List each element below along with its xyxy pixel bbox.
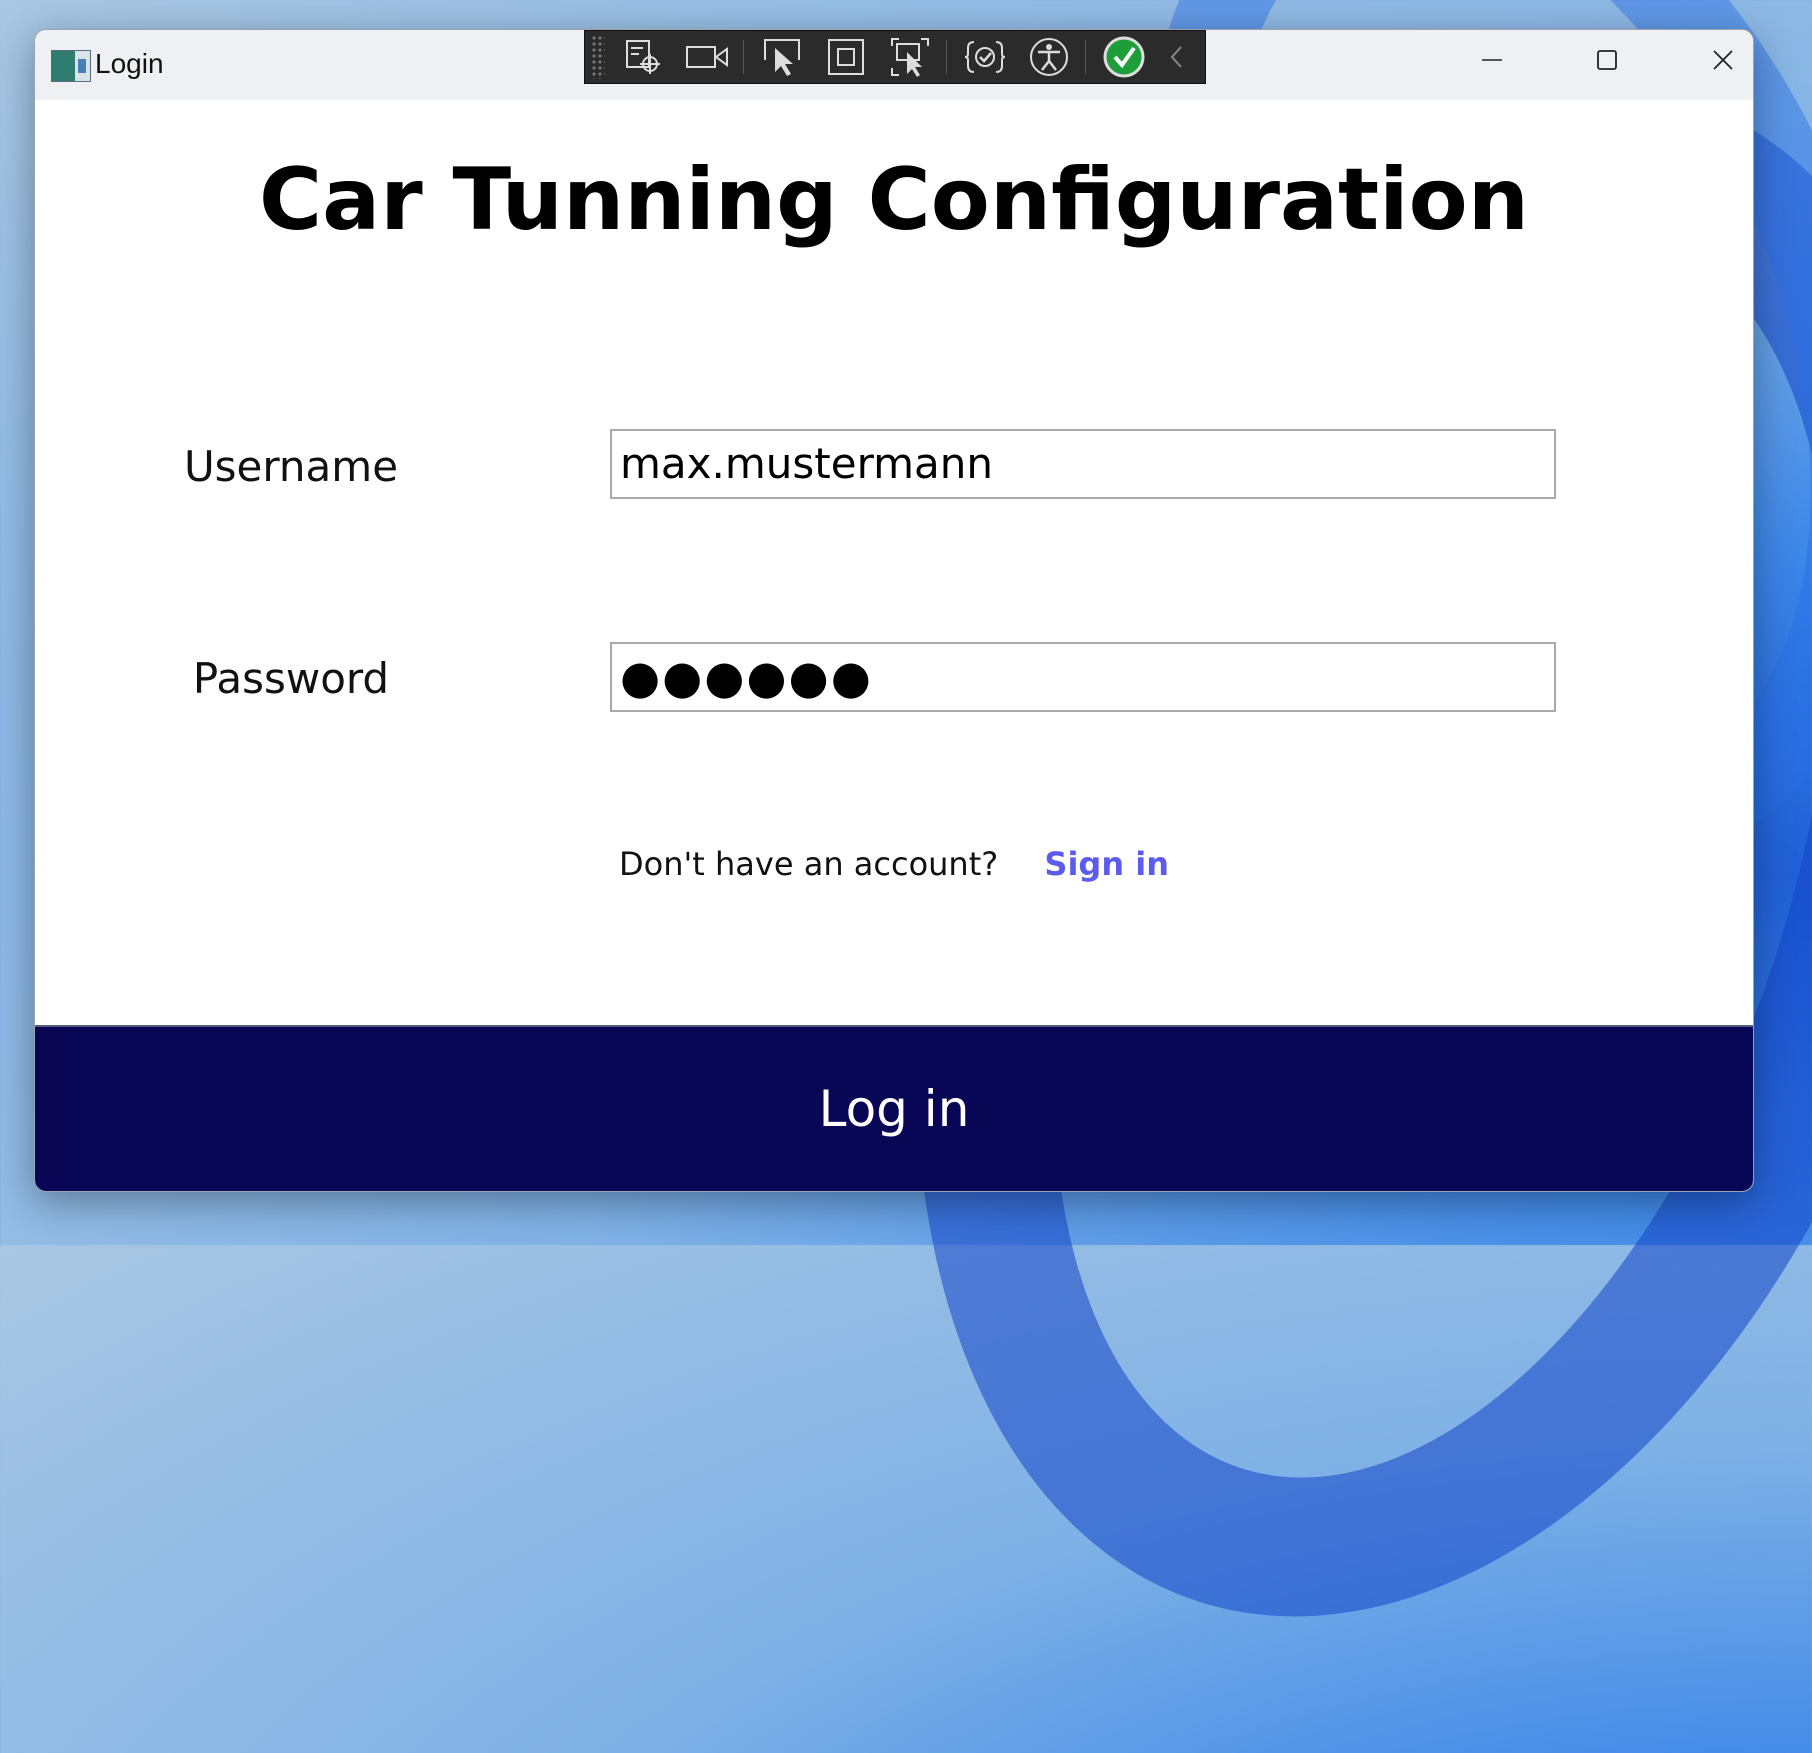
live-visual-tree-icon[interactable] bbox=[617, 35, 669, 79]
app-icon bbox=[51, 50, 91, 82]
username-field[interactable]: max.mustermann bbox=[610, 429, 1556, 499]
track-focus-icon[interactable] bbox=[884, 35, 936, 79]
page-title: Car Tunning Configuration bbox=[259, 150, 1529, 250]
title-bar: Login bbox=[35, 30, 1753, 100]
display-layout-adorners-icon[interactable] bbox=[820, 35, 872, 79]
maximize-icon bbox=[1597, 50, 1617, 70]
accessibility-icon[interactable] bbox=[1023, 35, 1075, 79]
select-element-icon[interactable] bbox=[756, 35, 808, 79]
record-icon[interactable] bbox=[681, 35, 733, 79]
binding-failures-icon[interactable] bbox=[959, 35, 1011, 79]
minimize-icon bbox=[1482, 59, 1502, 61]
login-window: Login Car Tunning Configuration Username… bbox=[34, 29, 1754, 1192]
toolbar-grip[interactable] bbox=[591, 35, 605, 79]
toolbar-separator bbox=[946, 40, 947, 74]
xaml-debug-toolbar bbox=[584, 30, 1206, 84]
sign-in-link[interactable]: Sign in bbox=[1044, 845, 1169, 883]
signup-prompt: Don't have an account? Sign in bbox=[35, 845, 1753, 883]
username-label: Username bbox=[183, 442, 399, 491]
no-account-text: Don't have an account? bbox=[619, 845, 999, 883]
password-field[interactable]: ●●●●●● bbox=[610, 642, 1556, 712]
window-title: Login bbox=[95, 48, 164, 79]
close-button[interactable] bbox=[1678, 30, 1753, 90]
maximize-button[interactable] bbox=[1562, 30, 1652, 90]
collapse-chevron-icon[interactable] bbox=[1162, 35, 1192, 79]
close-icon bbox=[1713, 50, 1733, 70]
password-label: Password bbox=[192, 654, 390, 703]
toolbar-separator bbox=[743, 40, 744, 74]
minimize-button[interactable] bbox=[1447, 30, 1537, 90]
login-button[interactable]: Log in bbox=[35, 1025, 1753, 1191]
toolbar-separator bbox=[1085, 40, 1086, 74]
hot-reload-ok-icon[interactable] bbox=[1098, 35, 1150, 79]
